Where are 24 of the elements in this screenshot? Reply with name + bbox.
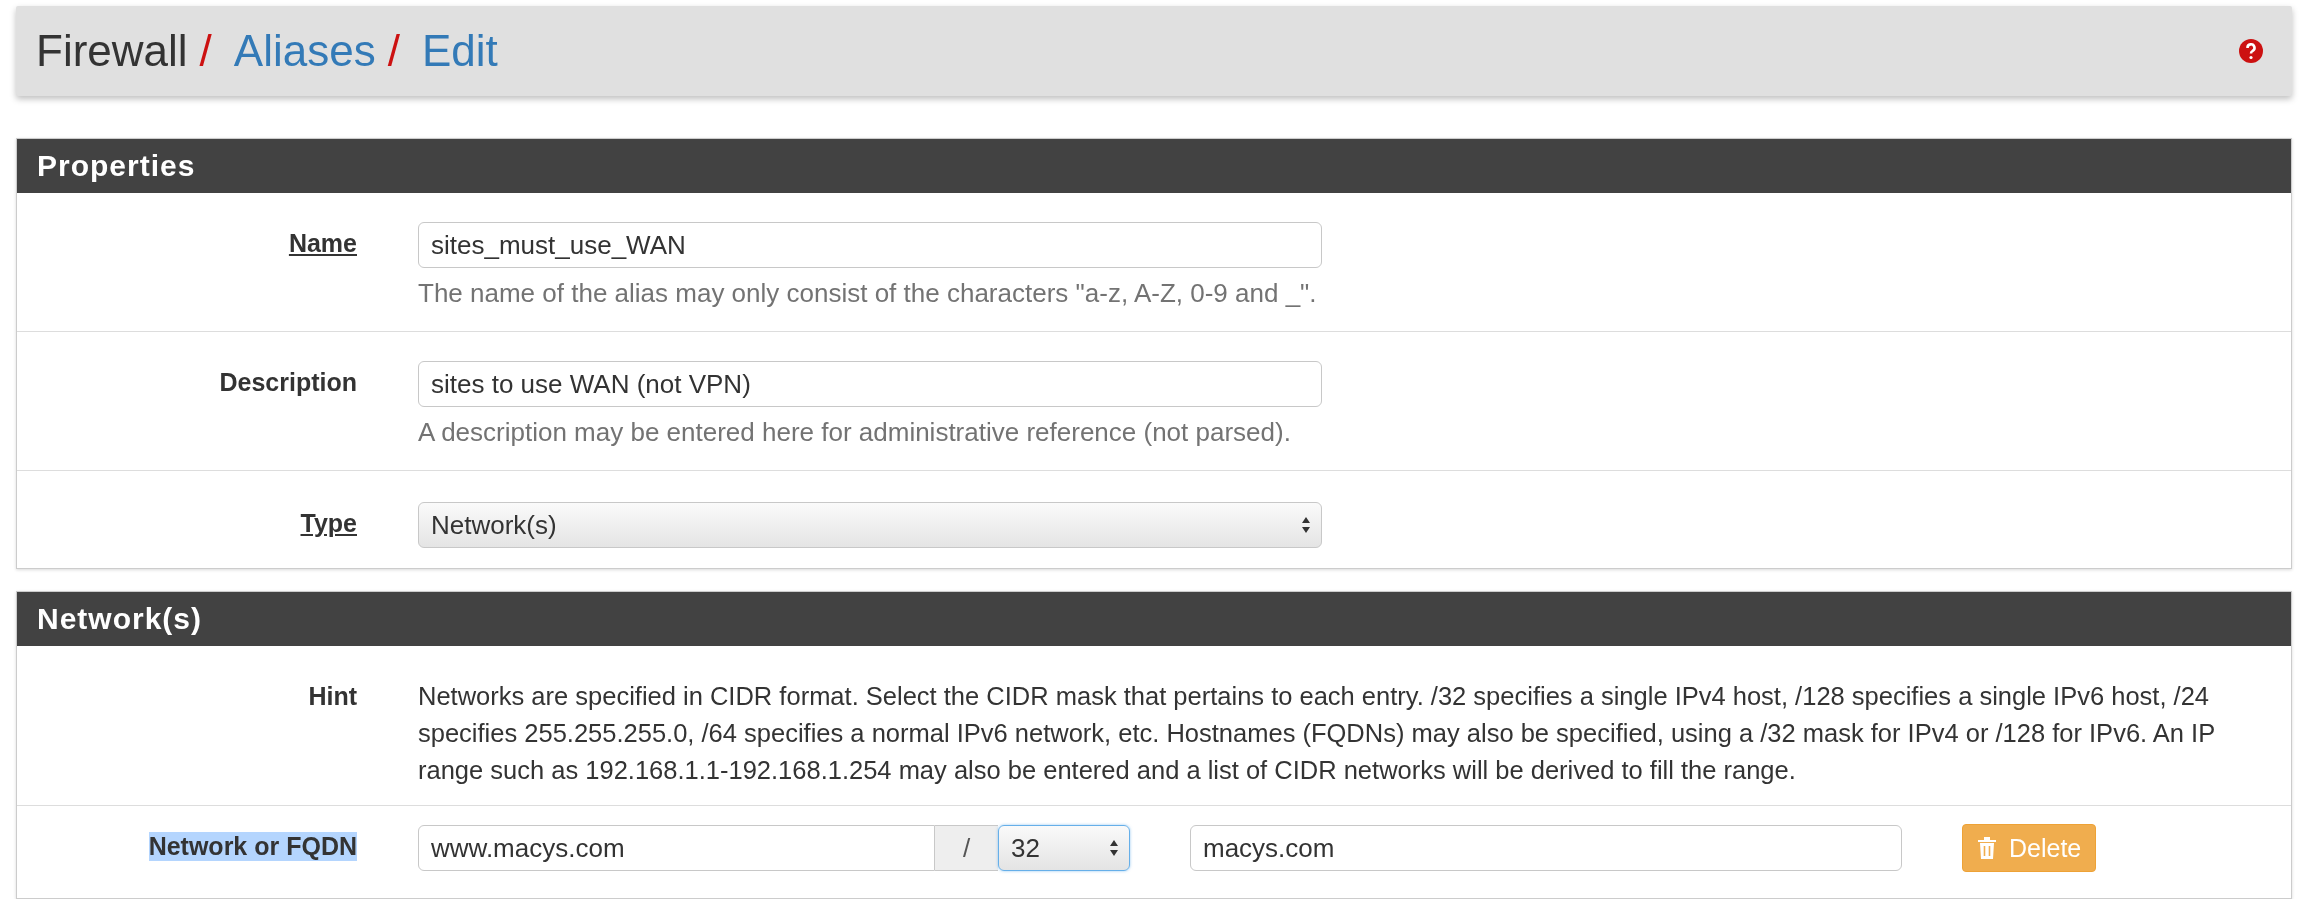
help-icon[interactable]: [2238, 38, 2264, 64]
mask-select[interactable]: 32: [998, 825, 1130, 871]
help-text: The name of the alias may only consist of the characters "a-z, A-Z, 0-9 and _".: [418, 278, 1318, 309]
trash-icon: [1977, 836, 1997, 860]
field-label: Type: [300, 509, 357, 538]
type-select[interactable]: Network(s): [418, 502, 1322, 548]
separator-addon: /: [935, 825, 998, 871]
sort-arrows-icon: [1301, 516, 1311, 534]
breadcrumb-separator: /: [199, 26, 212, 76]
breadcrumb-separator: /: [387, 26, 400, 76]
field-label: Hint: [308, 682, 357, 711]
breadcrumb-text: Firewall: [36, 26, 188, 76]
help-text: A description may be entered here for administrative reference (not parsed).: [418, 417, 1292, 448]
text-field[interactable]: sites_must_use_WAN: [418, 222, 1322, 268]
address-field[interactable]: www.macys.com: [418, 825, 935, 871]
sort-arrows-icon: [1109, 839, 1119, 857]
field-label: Description: [219, 368, 357, 397]
description-field[interactable]: macys.com: [1190, 825, 1902, 871]
panel-heading: Properties: [17, 139, 2291, 193]
field-label: Network or FQDN: [148, 832, 357, 861]
panel-heading: Network(s): [17, 592, 2291, 646]
field-label: Name: [288, 229, 357, 258]
text-field[interactable]: sites to use WAN (not VPN): [418, 361, 1322, 407]
hint-text: Networks are specified in CIDR format. Select the CIDR mask that pertains to each entry. /32 specifies a single IPv4 host, /128 specifies a single IPv6 host, /24 specifies 255.255.255.0, /64 specifies a normal IPv6 network, etc. Hostnames (FQDNs) may also be specified, using a /32 mask for IPv4 or /128 for IPv6. An IP range such as 192.168.1.1-192.168.1.254 may also be entered and a list of CIDR networks will be derived to fill the range.: [418, 681, 2216, 786]
